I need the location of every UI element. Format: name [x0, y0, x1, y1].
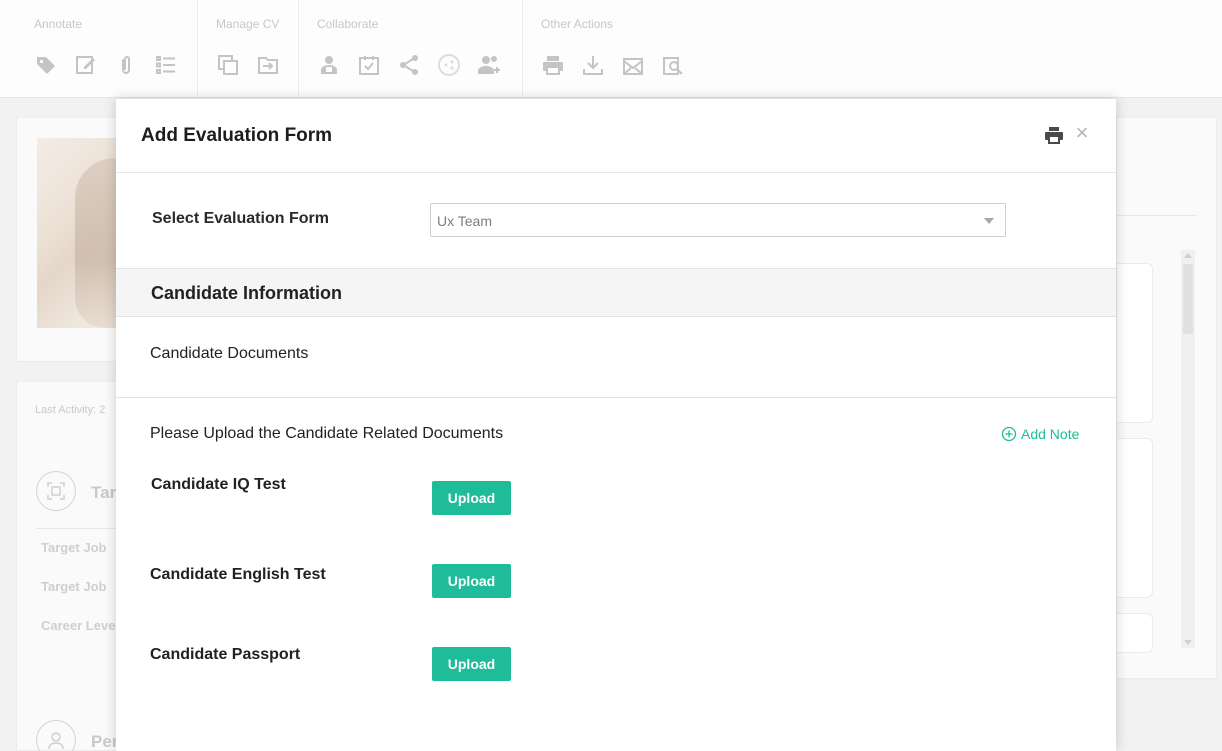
panel-scrollbar[interactable]	[1181, 250, 1195, 648]
toolbar-group-collaborate: Collaborate	[299, 0, 523, 97]
last-activity: Last Activity: 2	[35, 404, 106, 416]
info-row-label: Career Leve	[41, 618, 116, 633]
target-job-icon	[36, 471, 76, 511]
chevron-down-icon	[984, 218, 994, 224]
document-label-passport: Candidate Passport	[150, 646, 301, 663]
share-icon[interactable]	[397, 52, 421, 78]
info-row-label: Target Job	[41, 540, 107, 555]
toolbar-group-manage-cv: Manage CV	[198, 0, 299, 97]
evaluation-form-select[interactable]: Ux Team	[430, 203, 1006, 237]
info-row-label: Target Job	[41, 579, 107, 594]
toolbar-group-annotate: Annotate	[16, 0, 198, 97]
network-icon[interactable]	[437, 52, 461, 78]
group-label: Other Actions	[541, 17, 614, 31]
preview-icon[interactable]	[661, 52, 685, 78]
email-icon[interactable]	[621, 52, 645, 78]
group-label: Annotate	[34, 17, 83, 31]
person-icon	[36, 720, 76, 751]
assign-user-icon[interactable]	[317, 52, 341, 78]
candidate-photo-card	[16, 117, 128, 362]
action-toolbar: Annotate Manage CV Collaborate Other Act…	[0, 0, 1222, 98]
paperclip-icon[interactable]	[114, 52, 138, 78]
tag-icon[interactable]	[34, 52, 58, 78]
right-panel	[1116, 117, 1217, 679]
select-value: Ux Team	[437, 213, 492, 229]
panel-item	[1117, 438, 1153, 598]
upload-iq-test-button[interactable]: Upload	[432, 481, 511, 515]
calendar-check-icon[interactable]	[357, 52, 381, 78]
download-icon[interactable]	[581, 52, 605, 78]
personal-section-title: Per	[91, 732, 119, 751]
add-evaluation-form-modal: Add Evaluation Form × Select Evaluation …	[116, 99, 1116, 751]
plus-circle-icon	[1001, 426, 1017, 442]
add-note-link[interactable]: Add Note	[1001, 426, 1079, 442]
scroll-up-arrow-icon[interactable]	[1184, 253, 1192, 258]
upload-english-test-button[interactable]: Upload	[432, 564, 511, 598]
target-section-title: Tar	[91, 483, 117, 502]
document-label-iq-test: Candidate IQ Test	[151, 476, 286, 493]
close-icon[interactable]: ×	[1073, 122, 1091, 144]
upload-instructions: Please Upload the Candidate Related Docu…	[150, 425, 504, 442]
candidate-info-card: Last Activity: 2 Tar Target Job Target J…	[16, 381, 128, 751]
add-note-label: Add Note	[1021, 426, 1080, 442]
candidate-photo	[37, 138, 127, 328]
toolbar-group-other-actions: Other Actions	[523, 0, 723, 97]
add-users-icon[interactable]	[477, 52, 501, 78]
edit-icon[interactable]	[74, 52, 98, 78]
group-label: Collaborate	[317, 17, 379, 31]
group-label: Manage CV	[216, 17, 280, 31]
candidate-documents-label: Candidate Documents	[150, 345, 309, 362]
print-icon[interactable]	[541, 52, 565, 78]
section-title: Candidate Information	[151, 283, 343, 303]
panel-item	[1117, 263, 1153, 423]
move-to-folder-icon[interactable]	[256, 52, 280, 78]
upload-passport-button[interactable]: Upload	[432, 647, 511, 681]
candidate-information-header: Candidate Information	[116, 268, 1116, 317]
modal-header: Add Evaluation Form ×	[116, 99, 1116, 173]
print-icon[interactable]	[1044, 125, 1064, 145]
select-evaluation-form-label: Select Evaluation Form	[152, 210, 329, 227]
copy-icon[interactable]	[216, 52, 240, 78]
panel-item	[1117, 613, 1153, 653]
scroll-down-arrow-icon[interactable]	[1184, 640, 1192, 645]
modal-title: Add Evaluation Form	[141, 125, 333, 146]
document-label-english-test: Candidate English Test	[150, 566, 326, 583]
scroll-thumb[interactable]	[1183, 264, 1193, 334]
checklist-icon[interactable]	[154, 52, 178, 78]
